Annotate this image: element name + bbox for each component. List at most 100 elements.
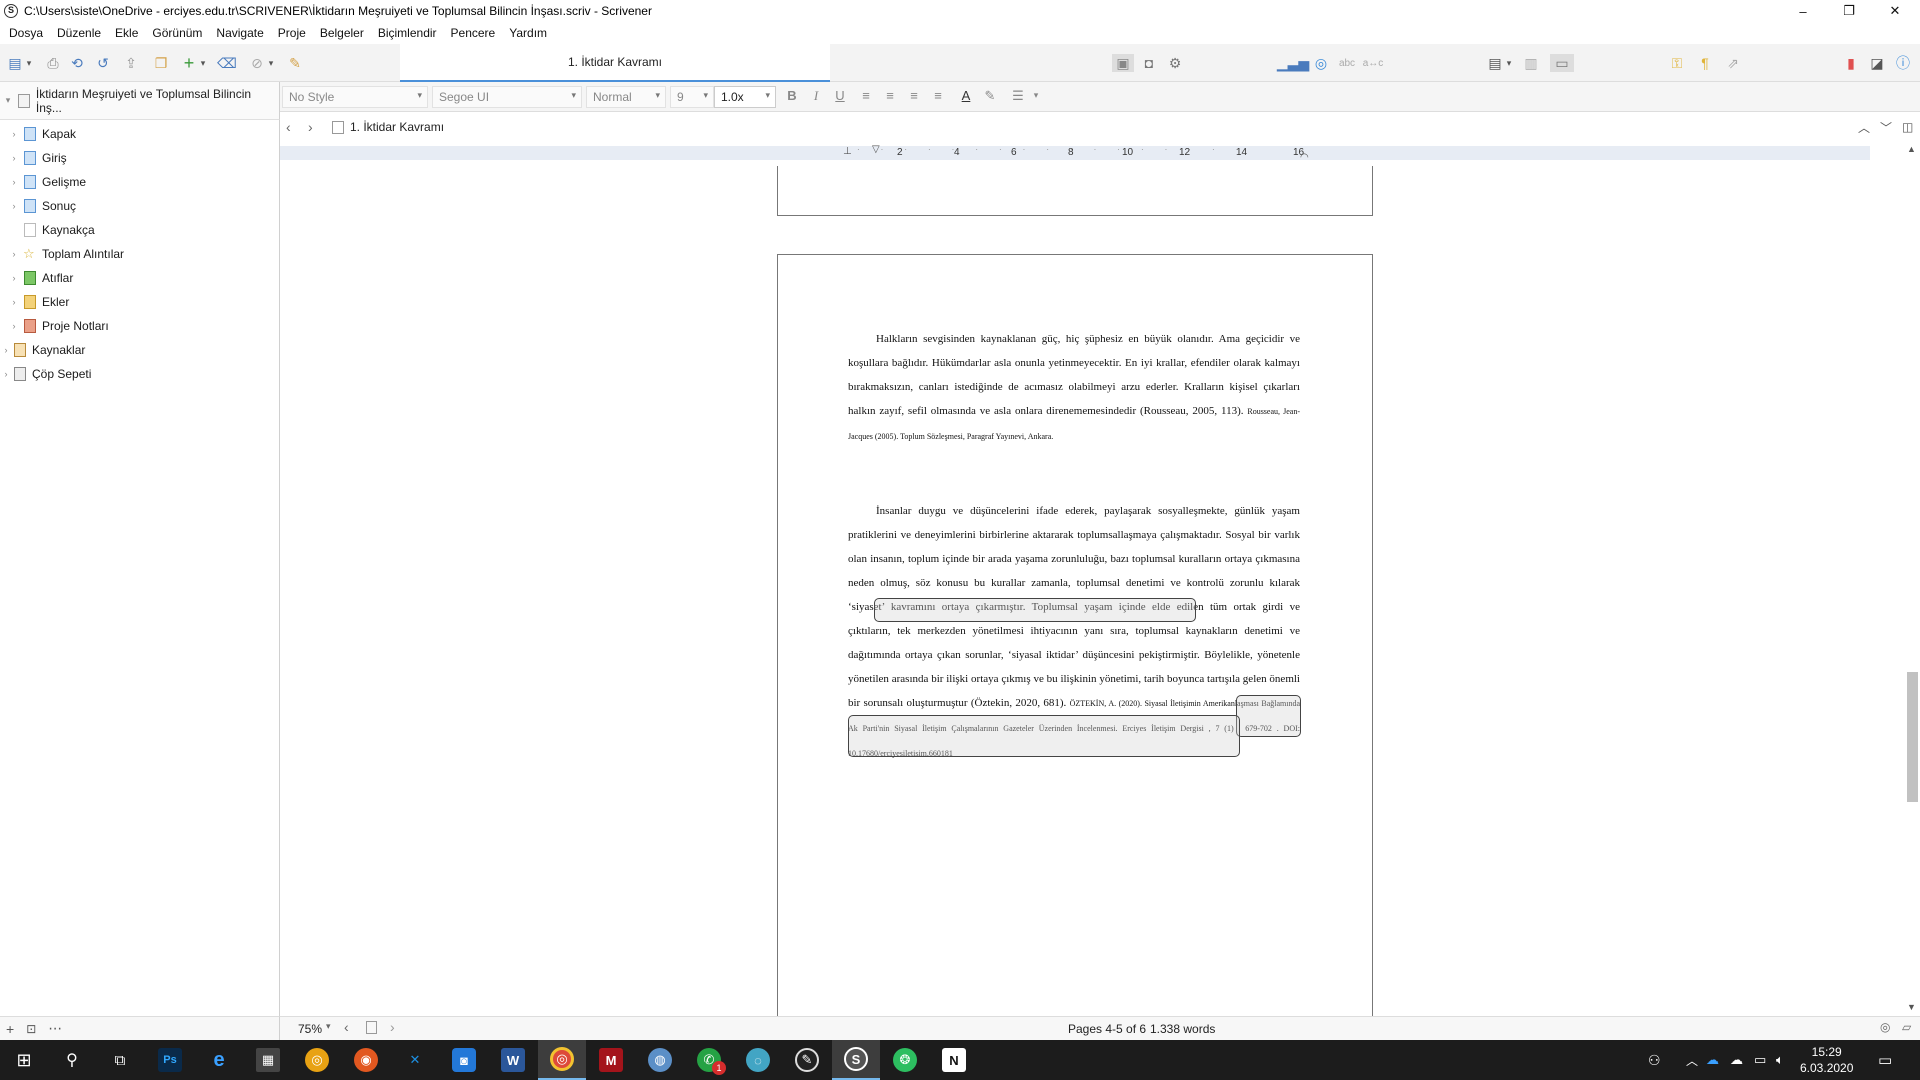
list-menu-chevron-icon[interactable]: ▾ — [1026, 90, 1046, 108]
split-editor-icon[interactable]: ▭ — [1550, 54, 1574, 72]
expand-chevron-icon[interactable]: › — [0, 369, 12, 379]
taskbar-app-evernote[interactable]: ❂ — [881, 1040, 929, 1080]
indent-marker-icon[interactable]: ⊥ — [843, 146, 852, 157]
collapse-chevron-icon[interactable]: ▾ — [2, 95, 14, 106]
line-spacing-select[interactable]: 1.0x — [714, 86, 776, 108]
menu-duzenle[interactable]: Düzenle — [50, 26, 108, 40]
target-icon[interactable]: ◎ — [1880, 1020, 1890, 1034]
binder-item-cop-sepeti[interactable]: › Çöp Sepeti — [0, 363, 91, 385]
footnote-highlight[interactable] — [1236, 695, 1301, 737]
zoom-select[interactable]: 75% — [298, 1022, 322, 1036]
snapshot-camera-icon[interactable]: ◘ — [1140, 54, 1158, 72]
undo-icon[interactable]: ↺ — [94, 54, 112, 72]
clock[interactable]: 15:29 6.03.2020 — [1800, 1040, 1853, 1080]
taskbar-app-word[interactable]: W — [489, 1040, 537, 1080]
bookmark-icon[interactable]: ▮ — [1842, 54, 1860, 72]
action-center-icon[interactable]: ▭ — [1878, 1040, 1892, 1080]
inspector-split-icon[interactable]: ▥ — [1522, 54, 1540, 72]
close-button[interactable]: ✕ — [1872, 0, 1918, 22]
align-left-icon[interactable]: ≡ — [856, 88, 876, 106]
previous-document-icon[interactable]: ︿ — [1858, 119, 1870, 136]
project-targets-icon[interactable]: ▁▃▅ — [1277, 54, 1309, 72]
taskbar-app-xcode[interactable]: ✕ — [391, 1040, 439, 1080]
search-button[interactable]: ⚲ — [48, 1040, 96, 1080]
scroll-thumb[interactable] — [1907, 672, 1918, 802]
attach-icon[interactable]: ⊘ — [248, 54, 266, 72]
taskbar-app-chrome-canary[interactable]: ◎ — [293, 1040, 341, 1080]
forward-arrow-icon[interactable]: › — [308, 119, 328, 135]
taskbar-app-calculator[interactable]: ▦ — [244, 1040, 292, 1080]
notes-icon[interactable]: ◪ — [1868, 54, 1886, 72]
people-icon[interactable]: ⚇ — [1648, 1040, 1661, 1080]
binder-item-atiflar[interactable]: › Atıflar — [8, 267, 73, 289]
binder-item-proje-notlari[interactable]: › Proje Notları — [8, 315, 109, 337]
paragraph-1[interactable]: Halkların sevgisinden kaynaklanan güç, h… — [848, 327, 1300, 449]
zoom-chevron-icon[interactable]: ▾ — [326, 1021, 331, 1032]
editor-area[interactable]: Halkların sevgisinden kaynaklanan güç, h… — [280, 166, 1905, 1016]
expand-chevron-icon[interactable]: › — [8, 321, 20, 331]
highlight-icon[interactable]: ✎ — [980, 88, 1000, 106]
network-icon[interactable]: ▭ — [1754, 1040, 1766, 1080]
binder-item-sonuc[interactable]: › Sonuç — [8, 195, 76, 217]
taskbar-app-whatsapp[interactable]: ✆ 1 — [685, 1040, 733, 1080]
taskbar-app-globe[interactable]: ◍ — [636, 1040, 684, 1080]
taskbar-app-chrome[interactable]: ◎ — [538, 1040, 586, 1080]
scroll-down-icon[interactable]: ▼ — [1907, 1002, 1916, 1012]
taskbar-app-photoshop[interactable]: Ps — [146, 1040, 194, 1080]
find-replace-icon[interactable]: a↔c — [1363, 54, 1384, 72]
volume-icon[interactable]: 🔈︎ — [1776, 1040, 1784, 1080]
trash-toolbar-icon[interactable]: ⌫ — [217, 54, 237, 72]
add-icon[interactable]: + — [180, 53, 198, 73]
taskbar-app-firefox[interactable]: ◉ — [342, 1040, 390, 1080]
binder-item-gelisme[interactable]: › Gelişme — [8, 171, 86, 193]
split-view-icon[interactable]: ◫ — [1902, 120, 1913, 134]
style-select[interactable]: No Style — [282, 86, 428, 108]
composition-mode-icon[interactable]: ▣ — [1112, 54, 1134, 72]
expand-chevron-icon[interactable]: › — [8, 273, 20, 283]
expand-chevron-icon[interactable]: › — [8, 153, 20, 163]
menu-bicimlendir[interactable]: Biçimlendir — [371, 26, 444, 40]
scroll-up-icon[interactable]: ▲ — [1907, 144, 1916, 154]
cloud-icon[interactable]: ☁ — [1730, 1040, 1743, 1080]
add-item-icon[interactable]: + — [6, 1021, 14, 1037]
binder-project-row[interactable]: ▾ İktidarın Meşruiyeti ve Toplumsal Bili… — [0, 82, 280, 120]
inspector-info-icon[interactable]: ⓘ — [1894, 54, 1912, 72]
list-icon[interactable]: ☰ — [1008, 88, 1028, 106]
compile-icon[interactable]: ⇪ — [122, 54, 140, 72]
binder-menu-chevron-icon[interactable]: ▾ — [24, 54, 34, 72]
align-center-icon[interactable]: ≡ — [880, 88, 900, 106]
text-color-icon[interactable]: A — [956, 88, 976, 106]
menu-navigate[interactable]: Navigate — [209, 26, 270, 40]
sync-icon[interactable]: ⟲ — [68, 54, 86, 72]
binder-toggle-icon[interactable]: ▤ — [6, 54, 24, 72]
italic-icon[interactable]: I — [806, 88, 826, 106]
restore-button[interactable]: ❐ — [1826, 0, 1872, 22]
keywords-icon[interactable]: ⚿ — [1668, 54, 1686, 72]
binder-item-ekler[interactable]: › Ekler — [8, 291, 69, 313]
print-icon[interactable]: ⎙ — [44, 54, 62, 72]
underline-icon[interactable]: U — [830, 88, 850, 106]
header-document-title[interactable]: 1. İktidar Kavramı — [350, 120, 444, 134]
layout-icon[interactable]: ▤ — [1486, 54, 1504, 72]
back-arrow-icon[interactable]: ‹ — [286, 119, 308, 135]
expand-chevron-icon[interactable]: › — [0, 345, 12, 355]
menu-ekle[interactable]: Ekle — [108, 26, 145, 40]
menu-yardim[interactable]: Yardım — [502, 26, 554, 40]
next-page-icon[interactable]: › — [390, 1019, 395, 1035]
menu-gorunum[interactable]: Görünüm — [145, 26, 209, 40]
taskbar-app-scrivener[interactable]: S — [832, 1040, 880, 1080]
layout-menu-chevron-icon[interactable]: ▾ — [1504, 54, 1514, 72]
ruler[interactable]: ⊥ ▽ 2 4 6 8 10 12 14 16 ················… — [280, 142, 1920, 166]
more-options-icon[interactable]: ⋯ — [48, 1020, 62, 1037]
settings-gear-icon[interactable]: ⚙ — [1166, 54, 1184, 72]
taskbar-app-mendeley[interactable]: M — [587, 1040, 635, 1080]
page-view-icon[interactable] — [366, 1021, 377, 1034]
expand-chevron-icon[interactable]: › — [8, 177, 20, 187]
start-button[interactable]: ⊞ — [0, 1040, 48, 1080]
bold-icon[interactable]: B — [782, 88, 802, 106]
menu-pencere[interactable]: Pencere — [444, 26, 503, 40]
binder-item-toplam-alintilar[interactable]: › ☆ Toplam Alıntılar — [8, 243, 125, 265]
footnote-highlight-2[interactable] — [848, 715, 1240, 757]
align-right-icon[interactable]: ≡ — [928, 88, 948, 106]
binder-item-kaynaklar[interactable]: › Kaynaklar — [0, 339, 85, 361]
